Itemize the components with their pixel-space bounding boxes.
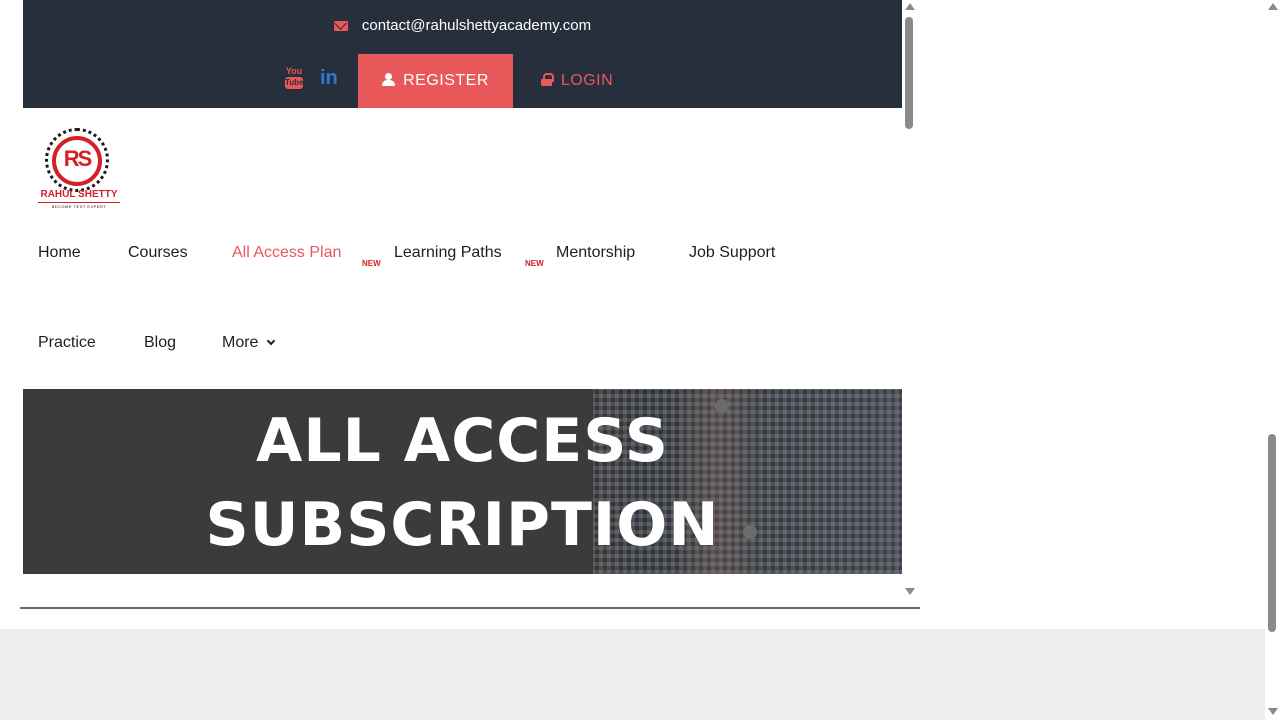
page-scrollbar-thumb[interactable] xyxy=(1268,434,1276,632)
page: contact@rahulshettyacademy.com You Tube … xyxy=(0,0,1280,720)
scroll-up-arrow-icon[interactable] xyxy=(1268,3,1278,10)
chevron-down-icon xyxy=(267,336,276,346)
contact-email-text: contact@rahulshettyacademy.com xyxy=(361,17,592,34)
lock-icon xyxy=(540,73,554,86)
page-scrollbar[interactable] xyxy=(1265,0,1280,720)
nav-item-practice[interactable]: Practice xyxy=(38,333,96,353)
scroll-down-arrow-icon[interactable] xyxy=(1268,708,1278,715)
frame-scrollbar-thumb[interactable] xyxy=(905,17,913,129)
contact-email-link[interactable]: contact@rahulshettyacademy.com xyxy=(23,14,902,38)
scroll-up-arrow-icon[interactable] xyxy=(905,3,915,10)
new-badge: NEW xyxy=(362,259,381,268)
hero-title: ALL ACCESS SUBSCRIPTION xyxy=(23,399,902,567)
register-label: REGISTER xyxy=(403,72,489,89)
nav-item-blog[interactable]: Blog xyxy=(144,333,176,353)
frame-scrollbar[interactable] xyxy=(902,0,918,600)
logo-mark: RS xyxy=(63,146,93,171)
logo-name: RAHUL SHETTY xyxy=(40,189,118,200)
new-badge: NEW xyxy=(525,259,544,268)
logo-tagline: BECOME TEST EXPERT xyxy=(38,202,120,209)
hero-banner: ALL ACCESS SUBSCRIPTION xyxy=(23,389,902,574)
nav-item-home[interactable]: Home xyxy=(38,243,81,263)
nav-item-courses[interactable]: Courses xyxy=(128,243,188,263)
nav-item-more[interactable]: More xyxy=(222,333,276,353)
hero-title-line-2: SUBSCRIPTION xyxy=(205,490,720,560)
nav-item-job-support[interactable]: Job Support xyxy=(689,243,775,263)
youtube-icon-text-top: You xyxy=(285,66,303,76)
linkedin-icon[interactable]: in xyxy=(320,66,338,90)
site-logo[interactable]: RS RAHUL SHETTY BECOME TEST EXPERT xyxy=(38,128,120,210)
login-label: LOGIN xyxy=(560,72,614,89)
top-bar: contact@rahulshettyacademy.com You Tube … xyxy=(23,0,902,108)
youtube-icon[interactable]: You Tube xyxy=(285,66,304,90)
register-button[interactable]: REGISTER xyxy=(358,54,513,108)
nav-item-more-label: More xyxy=(222,334,259,351)
nav-item-learning-paths[interactable]: Learning Paths xyxy=(394,243,502,263)
login-button[interactable]: LOGIN xyxy=(513,54,641,108)
below-frame-section xyxy=(0,629,1265,720)
scroll-down-arrow-icon[interactable] xyxy=(905,588,915,595)
embedded-frame: contact@rahulshettyacademy.com You Tube … xyxy=(23,0,902,574)
nav-item-mentorship[interactable]: Mentorship xyxy=(556,243,635,263)
linkedin-icon-text: in xyxy=(320,67,338,89)
user-icon xyxy=(382,73,396,86)
frame-divider xyxy=(20,607,920,609)
envelope-icon xyxy=(333,21,348,31)
youtube-icon-text-bottom: Tube xyxy=(285,77,304,89)
nav-item-all-access-plan[interactable]: All Access Plan xyxy=(232,243,341,263)
hero-title-line-1: ALL ACCESS xyxy=(255,406,669,476)
